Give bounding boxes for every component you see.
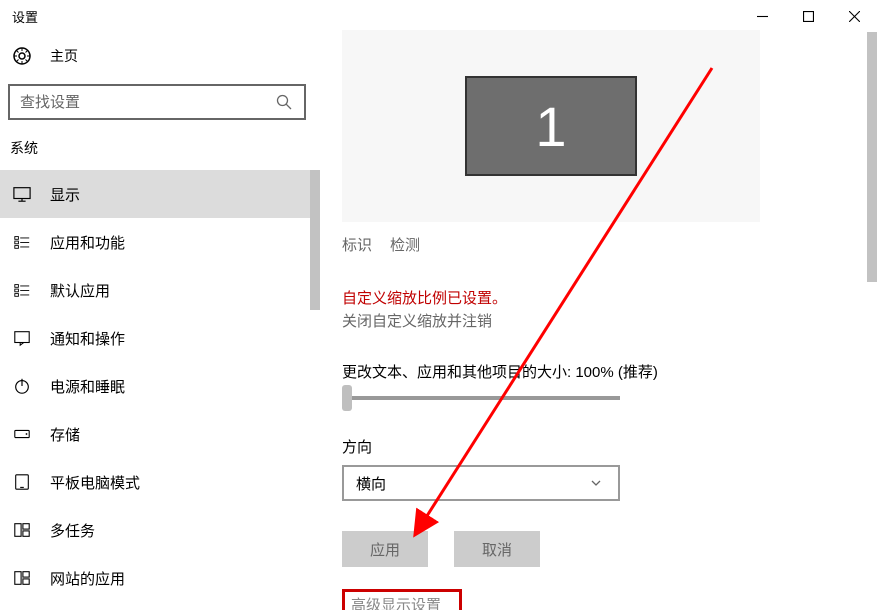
advanced-display-highlight: 高级显示设置 — [342, 589, 462, 610]
sidebar-item-default-apps[interactable]: 默认应用 — [0, 266, 310, 314]
search-box[interactable] — [8, 84, 306, 120]
web-apps-icon — [12, 568, 32, 588]
apply-button[interactable]: 应用 — [342, 531, 428, 567]
main-content: 1 标识 检测 自定义缩放比例已设置。 关闭自定义缩放并注销 更改文本、应用和其… — [320, 32, 877, 610]
search-input[interactable] — [20, 94, 274, 111]
sidebar-item-label: 应用和功能 — [50, 232, 125, 253]
notifications-icon — [12, 328, 32, 348]
sidebar-item-apps[interactable]: 应用和功能 — [0, 218, 310, 266]
chevron-down-icon — [586, 473, 606, 493]
display-icon — [12, 184, 32, 204]
scale-warning-text: 自定义缩放比例已设置。 — [342, 287, 859, 308]
sidebar-scrollbar-thumb[interactable] — [310, 170, 320, 310]
disable-scale-link[interactable]: 关闭自定义缩放并注销 — [342, 310, 859, 331]
home-icon — [12, 46, 32, 66]
storage-icon — [12, 424, 32, 444]
sidebar-item-label: 多任务 — [50, 520, 95, 541]
tablet-icon — [12, 472, 32, 492]
sidebar-home-label: 主页 — [50, 46, 78, 66]
scale-slider[interactable] — [342, 396, 620, 400]
sidebar-item-label: 平板电脑模式 — [50, 472, 140, 493]
scale-label: 更改文本、应用和其他项目的大小: 100% (推荐) — [342, 361, 859, 382]
sidebar-item-web-apps[interactable]: 网站的应用 — [0, 554, 310, 602]
sidebar-item-power[interactable]: 电源和睡眠 — [0, 362, 310, 410]
sidebar-item-display[interactable]: 显示 — [0, 170, 310, 218]
sidebar-item-label: 网站的应用 — [50, 568, 125, 589]
detect-link[interactable]: 检测 — [390, 234, 420, 255]
maximize-button[interactable] — [785, 0, 831, 32]
monitor-number: 1 — [535, 94, 566, 159]
orientation-dropdown[interactable]: 横向 — [342, 465, 620, 501]
orientation-label: 方向 — [342, 436, 859, 457]
identify-link[interactable]: 标识 — [342, 234, 372, 255]
sidebar-item-storage[interactable]: 存储 — [0, 410, 310, 458]
multitask-icon — [12, 520, 32, 540]
sidebar-item-tablet[interactable]: 平板电脑模式 — [0, 458, 310, 506]
advanced-display-link[interactable]: 高级显示设置 — [351, 594, 441, 610]
default-apps-icon — [12, 280, 32, 300]
sidebar-item-label: 显示 — [50, 184, 80, 205]
display-preview-area: 1 — [342, 30, 760, 222]
sidebar-home[interactable]: 主页 — [0, 32, 320, 80]
sidebar-item-multitask[interactable]: 多任务 — [0, 506, 310, 554]
sidebar-category-label: 系统 — [0, 132, 320, 170]
apps-icon — [12, 232, 32, 252]
titlebar: 设置 — [0, 0, 877, 32]
close-button[interactable] — [831, 0, 877, 32]
sidebar-item-label: 电源和睡眠 — [50, 376, 125, 397]
orientation-value: 横向 — [356, 473, 386, 494]
window-title: 设置 — [12, 7, 38, 26]
main-scrollbar[interactable] — [867, 32, 877, 610]
main-scrollbar-thumb[interactable] — [867, 32, 877, 282]
sidebar-item-label: 存储 — [50, 424, 80, 445]
sidebar-item-notifications[interactable]: 通知和操作 — [0, 314, 310, 362]
monitor-1[interactable]: 1 — [465, 76, 637, 176]
cancel-button[interactable]: 取消 — [454, 531, 540, 567]
sidebar: 主页 系统 显示 — [0, 32, 320, 610]
power-icon — [12, 376, 32, 396]
scale-slider-thumb[interactable] — [342, 385, 352, 411]
sidebar-item-label: 通知和操作 — [50, 328, 125, 349]
window-controls — [739, 0, 877, 32]
sidebar-scrollbar[interactable] — [310, 170, 320, 610]
minimize-button[interactable] — [739, 0, 785, 32]
sidebar-item-label: 默认应用 — [50, 280, 110, 301]
sidebar-nav: 显示 应用和功能 默认应用 — [0, 170, 310, 602]
search-icon — [274, 92, 294, 112]
